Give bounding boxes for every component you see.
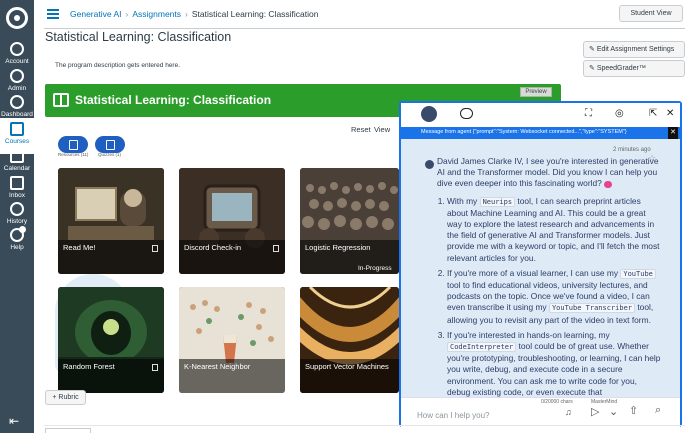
program-description: The program description gets entered her… [55, 62, 181, 69]
resources-chip[interactable] [58, 136, 88, 153]
card-title: K-Nearest Neighbor [184, 362, 251, 371]
video-icon [152, 364, 158, 371]
tool-name: YouTube [620, 268, 656, 279]
chat-input[interactable]: How can I help you? [417, 411, 490, 420]
card-read-me[interactable]: Read Me! [58, 168, 164, 274]
close-icon[interactable]: ✕ [666, 108, 674, 119]
char-counter: 0/20000 chars [541, 399, 573, 405]
card-status: In-Progress [358, 265, 392, 272]
chat-toolbar: ⛶ ◎ ⇱ ✕ [401, 103, 680, 127]
breadcrumb-separator: › [125, 9, 129, 19]
header-divider [44, 28, 685, 29]
card-title: Support Vector Machines [305, 362, 389, 371]
footer-tab [45, 428, 91, 433]
breadcrumb-course[interactable]: Generative AI [70, 9, 122, 19]
dismiss-icon[interactable]: ✕ [668, 127, 678, 139]
list-item: With my Neurips tool, I can search prepr… [447, 196, 662, 264]
global-nav: Account Admin Dashboard Courses Calendar… [0, 0, 34, 433]
chat-widget: ⛶ ◎ ⇱ ✕ Message from agent {"prompt":"Sy… [399, 101, 682, 427]
tool-name: Neurips [479, 196, 516, 207]
card-discord-check-in[interactable]: Discord Check-in [179, 168, 285, 274]
chat-bubble-icon[interactable] [460, 108, 473, 119]
canvas-logo-icon[interactable] [6, 7, 28, 29]
nav-help-label: Help [10, 244, 24, 251]
brain-emoji-icon [604, 180, 613, 188]
quizzes-chip[interactable] [95, 136, 125, 153]
banner-title: Statistical Learning: Classification [75, 93, 272, 107]
nav-help[interactable]: Help [0, 224, 34, 260]
open-book-icon [53, 93, 69, 107]
system-message-bar: Message from agent {"prompt":"System: We… [401, 127, 680, 139]
help-badge [19, 226, 26, 233]
card-random-forest[interactable]: Random Forest [58, 287, 164, 393]
document-icon [152, 245, 158, 252]
student-view-label: Student View [630, 10, 672, 17]
breadcrumb-section[interactable]: Assignments [132, 9, 181, 19]
breadcrumb-current: Statistical Learning: Classification [191, 9, 319, 19]
breadcrumb-separator: › [185, 9, 188, 19]
card-title: Read Me! [63, 243, 96, 252]
speedgrader-label: SpeedGrader™ [596, 65, 646, 72]
preview-button[interactable]: Preview [520, 87, 552, 97]
page-header: Generative AI › Assignments › Statistical Le… [34, 0, 691, 28]
collapse-nav-icon[interactable]: ⇤ [9, 414, 19, 428]
text: If you're more of a visual learner, I ca… [447, 267, 619, 278]
card-title: Discord Check-in [184, 243, 242, 252]
add-rubric-button[interactable]: + Rubric [45, 390, 86, 405]
footer-divider [44, 425, 685, 426]
fullscreen-icon[interactable]: ⛶ [585, 108, 592, 119]
send-icon[interactable]: ▷ [591, 405, 599, 418]
courses-book-icon [10, 122, 24, 136]
card-logistic-regression[interactable]: Logistic Regression In-Progress [300, 168, 399, 274]
page-title: Statistical Learning: Classification [45, 30, 232, 44]
calendar-icon [10, 149, 24, 163]
list-item: If you're interested in hands-on learnin… [447, 330, 662, 397]
chevron-down-icon[interactable]: ⌄ [609, 405, 618, 418]
text: If you're interested in hands-on learnin… [447, 329, 610, 340]
edit-assignment-settings-button[interactable]: ✎ Edit Assignment Settings [583, 41, 685, 58]
tool-name: YouTube Transcriber [548, 303, 636, 314]
tool-list: With my Neurips tool, I can search prepr… [447, 196, 662, 397]
message-timestamp: 2 minutes ago [613, 147, 651, 153]
edit-settings-label: Edit Assignment Settings [596, 46, 675, 53]
view-toggle[interactable]: View [374, 125, 390, 134]
search-icon[interactable]: ⌕ [655, 404, 661, 417]
card-support-vector-machines[interactable]: Support Vector Machines [300, 287, 399, 393]
dashboard-icon [10, 95, 24, 109]
bot-avatar [425, 160, 434, 169]
message-intro: David James Clarke IV, I see you're inte… [437, 156, 659, 189]
user-icon[interactable]: ◎ [615, 108, 624, 119]
speedgrader-button[interactable]: ✎ SpeedGrader™ [583, 60, 685, 77]
account-icon [10, 42, 24, 56]
quizzes-chip-label: Quizzes (1) [98, 152, 122, 157]
card-title: Random Forest [63, 362, 115, 371]
reset-button[interactable]: Reset [351, 125, 371, 134]
tool-name: CodeInterpreter [447, 342, 517, 353]
chat-messages: 2 minutes ago ☆ David James Clarke IV, I… [401, 139, 680, 397]
inbox-icon [10, 176, 24, 190]
breadcrumb: Generative AI › Assignments › Statistical Le… [70, 9, 319, 19]
agent-avatar[interactable] [421, 106, 437, 122]
resources-chip-label: Resources (11) [58, 152, 89, 157]
open-external-icon[interactable]: ⇱ [649, 108, 657, 119]
admin-shield-icon [10, 69, 24, 83]
system-message: Message from agent {"prompt":"System: We… [421, 129, 627, 135]
text: With my [447, 195, 478, 206]
microphone-icon[interactable]: ♫ [565, 407, 572, 417]
student-view-button[interactable]: Student View [619, 5, 683, 22]
card-k-nearest-neighbor[interactable]: K-Nearest Neighbor [179, 287, 285, 393]
list-item: If you're more of a visual learner, I ca… [447, 268, 662, 326]
hamburger-menu-icon[interactable] [47, 9, 59, 19]
text: tool, I can search preprint articles abo… [447, 195, 660, 263]
discussion-icon [273, 245, 279, 252]
card-title: Logistic Regression [305, 243, 371, 252]
upload-icon[interactable]: ⇧ [629, 404, 638, 417]
assistant-message: David James Clarke IV, I see you're inte… [437, 156, 662, 397]
history-clock-icon [10, 202, 24, 216]
